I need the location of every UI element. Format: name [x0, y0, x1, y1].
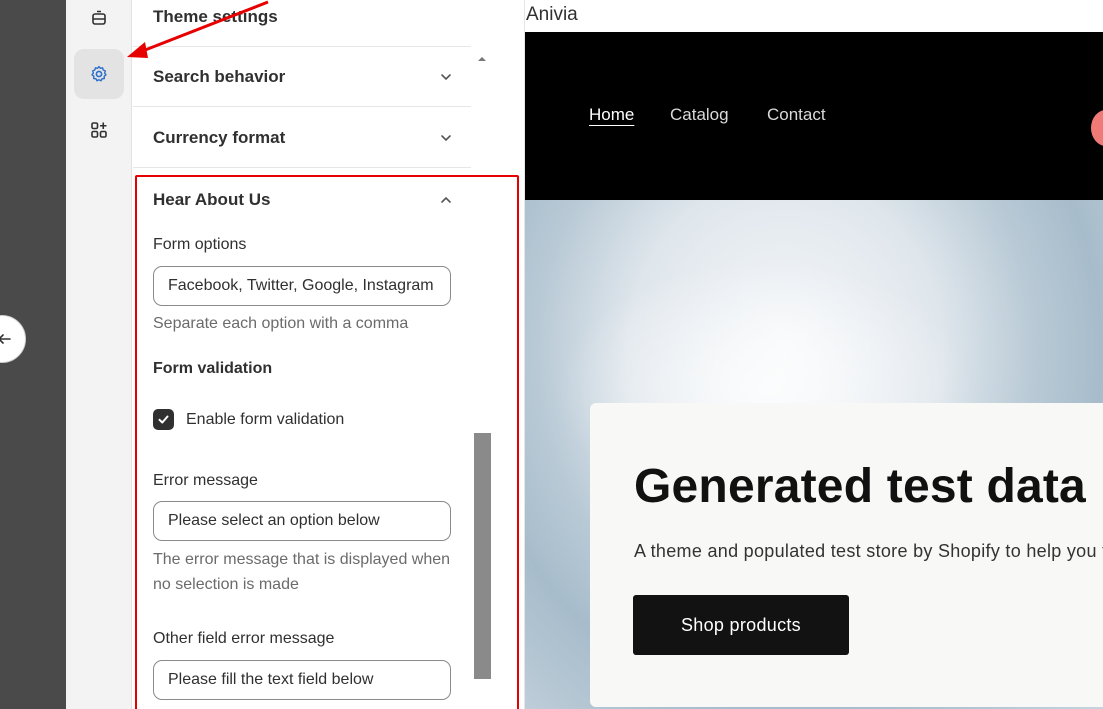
error-message-label: Error message — [153, 472, 258, 489]
section-title: Currency format — [153, 127, 286, 147]
scroll-up-arrow[interactable] — [476, 52, 488, 64]
section-theme-settings[interactable]: Theme settings — [133, 0, 471, 47]
arrow-left-icon — [0, 334, 11, 344]
nav-home[interactable]: Home — [589, 105, 634, 125]
sections-button[interactable] — [74, 0, 124, 44]
section-title: Theme settings — [153, 6, 278, 26]
store-logo — [1091, 110, 1103, 146]
enable-validation-label: Enable form validation — [186, 410, 345, 428]
chevron-up-icon — [439, 193, 453, 207]
hero-card: Generated test data A theme and populate… — [590, 403, 1103, 707]
sections-icon — [92, 10, 106, 25]
section-title: Search behavior — [153, 66, 286, 86]
error-message-help: The error message that is displayed when… — [153, 551, 451, 593]
store-preview: Anivia Home Catalog Contact Generated te… — [524, 0, 1103, 709]
store-header: Home Catalog Contact — [525, 32, 1103, 200]
collapse-drawer-button[interactable] — [0, 315, 26, 363]
icon-rail — [66, 0, 132, 709]
gear-icon — [91, 65, 107, 82]
settings-panel: Theme settings Search behavior Currency … — [133, 0, 514, 709]
enable-validation-checkbox[interactable] — [153, 409, 174, 430]
apps-button[interactable] — [74, 105, 124, 155]
form-options-help: Separate each option with a comma — [153, 315, 409, 332]
checkmark-icon — [158, 415, 169, 424]
scrollbar-thumb[interactable] — [474, 433, 491, 679]
chevron-down-icon — [439, 131, 453, 145]
form-validation-heading: Form validation — [153, 360, 273, 377]
section-title: Hear About Us — [153, 190, 271, 209]
nav-contact[interactable]: Contact — [767, 105, 826, 125]
nav-catalog[interactable]: Catalog — [670, 105, 729, 125]
section-currency-format[interactable]: Currency format — [133, 108, 471, 168]
preview-store-name: Anivia — [526, 4, 578, 25]
form-options-label: Form options — [153, 236, 247, 253]
section-hear-about-us[interactable]: Hear About Us — [133, 172, 471, 228]
form-options-input[interactable] — [153, 266, 451, 306]
chevron-down-icon — [439, 70, 453, 84]
other-error-input[interactable] — [153, 660, 451, 700]
editor-backdrop — [0, 0, 66, 709]
theme-settings-button[interactable] — [74, 49, 124, 99]
hero-subtitle: A theme and populated test store by Shop… — [634, 541, 1103, 561]
apps-icon — [91, 122, 107, 138]
error-message-input[interactable] — [153, 501, 451, 541]
hero-title: Generated test data — [634, 460, 1086, 513]
section-search-behavior[interactable]: Search behavior — [133, 47, 471, 107]
other-error-label: Other field error message — [153, 630, 335, 647]
enable-validation-row[interactable]: Enable form validation — [153, 409, 344, 430]
shop-products-button[interactable]: Shop products — [633, 595, 849, 655]
